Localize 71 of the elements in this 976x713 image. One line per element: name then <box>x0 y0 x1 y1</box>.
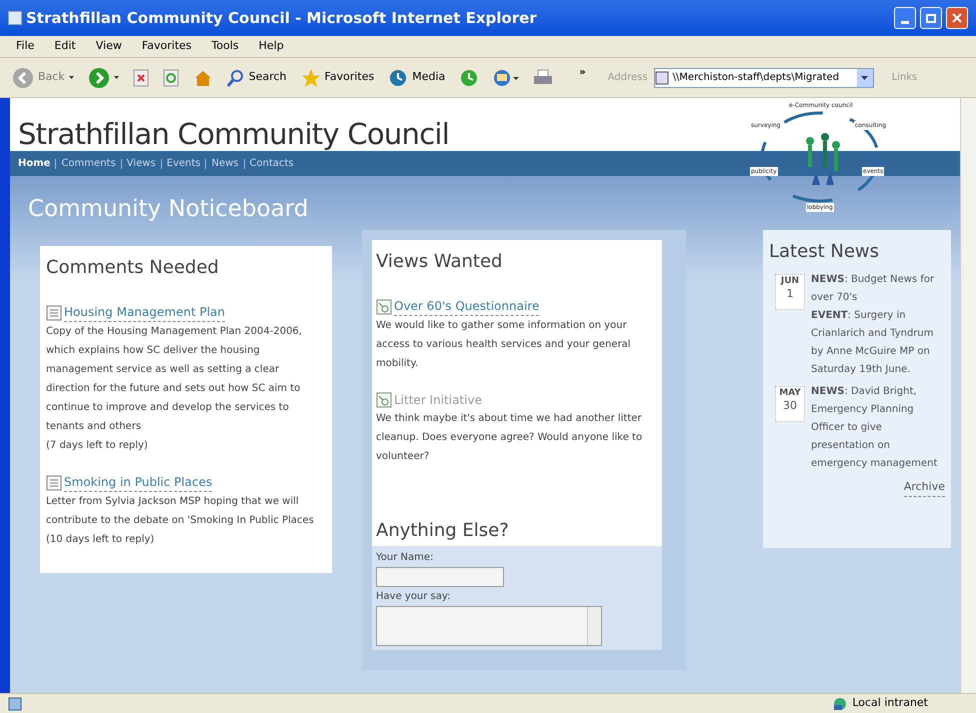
page-icon <box>8 11 22 25</box>
nav-link[interactable]: Home <box>18 156 50 171</box>
dropdown-button[interactable] <box>856 68 873 86</box>
media-button[interactable]: Media <box>384 64 450 92</box>
page-icon <box>654 70 669 84</box>
house-icon <box>192 68 213 86</box>
reply-deadline: (10 days left to reply) <box>46 533 156 547</box>
item-description: We would like to gather some information on your access to various health services and your general mobility. <box>376 319 632 371</box>
chevron-button[interactable]: » <box>579 65 586 80</box>
nav-link[interactable]: Events <box>166 156 200 171</box>
card-heading: Anything Else? <box>375 519 510 543</box>
clock-icon <box>459 68 480 88</box>
text-area[interactable] <box>376 606 602 646</box>
close-button[interactable] <box>946 7 968 29</box>
nav-link[interactable]: Comments <box>61 156 116 171</box>
menu-item[interactable]: View <box>92 38 126 55</box>
network-icon <box>832 696 848 710</box>
favorites-button[interactable]: Favorites <box>296 64 378 92</box>
zone-label: Local intranet <box>852 695 928 712</box>
news-text: EVENT: Surgery in Crianlarich and Tyndrum by Anne McGuire MP on Saturday 19th June. <box>811 309 934 377</box>
reply-deadline: (7 days left to reply) <box>46 439 149 453</box>
stop-icon <box>132 68 149 86</box>
maximize-button[interactable] <box>920 7 942 29</box>
close-icon <box>952 13 962 23</box>
window-title: Strathfillan Community Council - Microsoft Internet Explorer <box>26 8 538 29</box>
menu-item[interactable]: Help <box>254 38 288 55</box>
input-field[interactable] <box>376 567 504 587</box>
search-button[interactable]: Search <box>222 64 291 92</box>
item-description: Letter from Sylvia Jackson MSP hoping that we will contribute to the debate on 'Smoking In Public Places <box>46 495 315 528</box>
card-heading: Comments Needed <box>46 256 220 280</box>
nav-link[interactable]: Views <box>126 156 156 171</box>
refresh-icon <box>162 68 179 86</box>
field-label: Your Name: <box>376 551 434 565</box>
date-badge: MAY 30 <box>775 386 805 422</box>
minimize-button[interactable] <box>894 7 916 29</box>
nav-link[interactable]: News <box>211 156 239 171</box>
item-link[interactable]: Housing Management Plan <box>64 303 225 322</box>
menu-item[interactable]: Favorites <box>138 38 196 55</box>
item-link: Litter Initiative <box>394 392 482 409</box>
item-link[interactable]: Smoking in Public Places <box>64 473 212 492</box>
search-icon <box>226 68 245 86</box>
page-icon <box>8 696 22 710</box>
nav-link[interactable]: Contacts <box>250 156 294 171</box>
printer-icon <box>533 68 554 86</box>
form-icon <box>376 392 392 408</box>
news-text: NEWS: David Bright, Emergency Planning Officer to give presentation on emergency management <box>811 385 938 471</box>
form-icon <box>376 298 392 314</box>
mail-icon <box>493 68 520 86</box>
dropdown-icon <box>114 76 119 79</box>
news-text: NEWS: Budget News for over 70's <box>811 273 936 305</box>
menu-item[interactable]: Edit <box>50 38 80 55</box>
document-icon <box>46 474 62 490</box>
site-title: Strathfillan Community Council <box>18 120 450 149</box>
dropdown-icon <box>68 76 74 79</box>
item-link[interactable]: Over 60's Questionnaire <box>394 297 540 316</box>
menu-item[interactable]: File <box>12 38 38 55</box>
field-label: Have your say: <box>376 590 452 604</box>
dropdown-icon <box>861 76 868 80</box>
document-icon <box>46 304 62 320</box>
menu-item[interactable]: Tools <box>208 38 243 55</box>
section-heading: Community Noticeboard <box>28 195 308 224</box>
address-label: Address <box>608 71 648 85</box>
star-icon <box>300 68 321 88</box>
card-heading: Latest News <box>769 240 880 264</box>
item-description: We think maybe it's about time we had another litter cleanup. Does everyone agree? Would anyone like to volunteer? <box>376 412 644 464</box>
card-heading: Views Wanted <box>376 250 504 274</box>
scrollbar <box>587 607 601 645</box>
archive-link[interactable]: Archive <box>904 479 945 496</box>
date-badge: JUN 1 <box>775 274 805 310</box>
item-description: Copy of the Housing Management Plan 2004-2006, which explains how SC deliver the housing management service as well as setting a clear direction for the future and sets out how SC aim to continue to improve and develop the services to tenants and others <box>46 325 303 434</box>
address-field[interactable]: \\Merchiston-staff\depts\Migrated <box>654 68 874 88</box>
